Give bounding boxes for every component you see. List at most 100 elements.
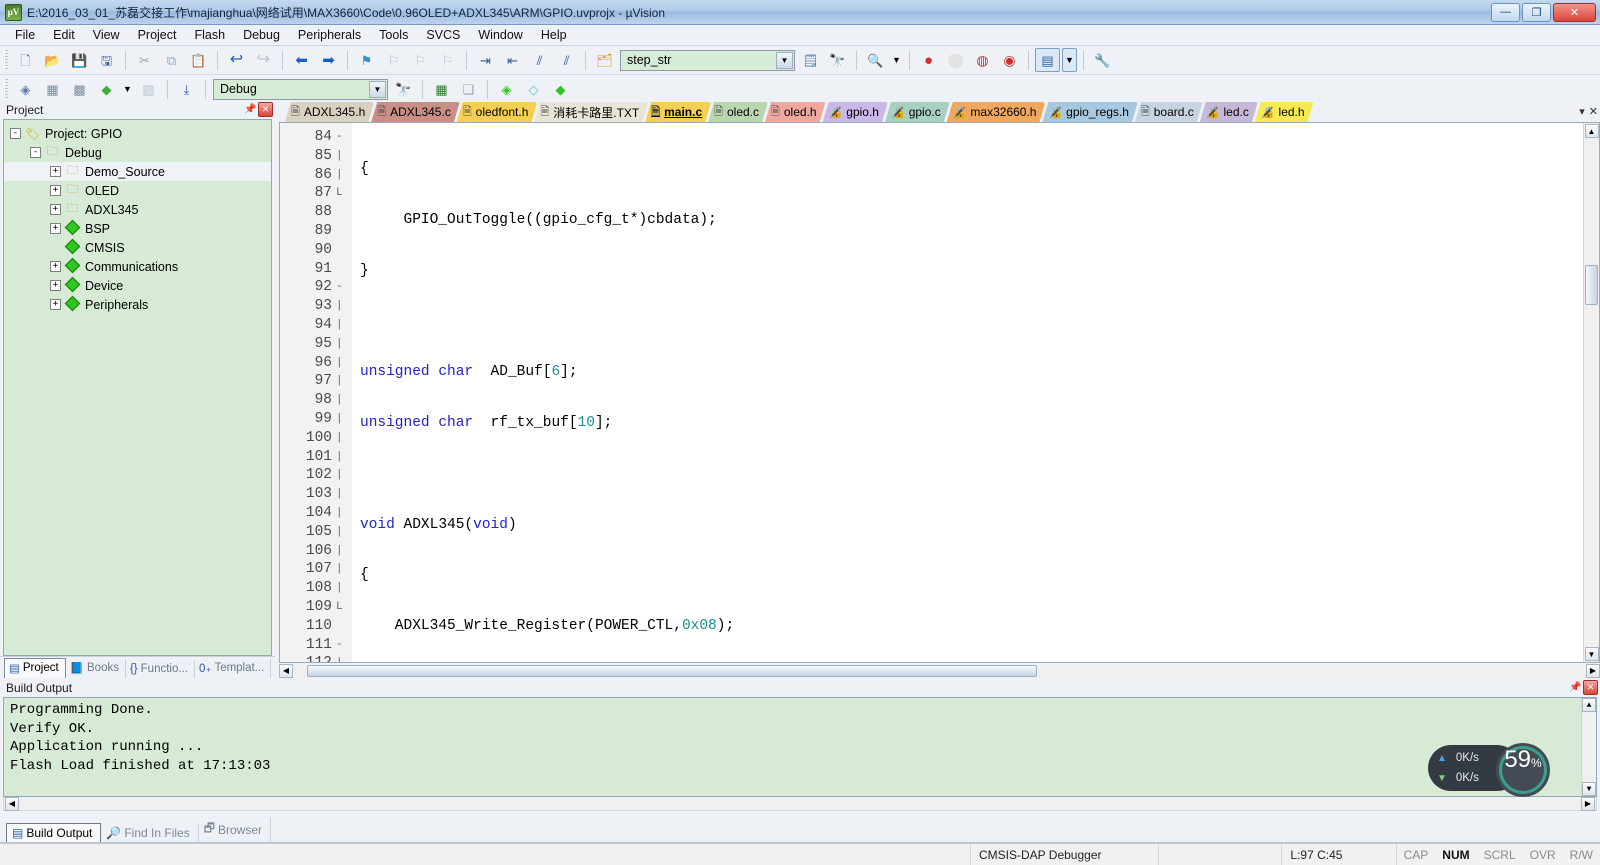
menu-debug[interactable]: Debug (234, 26, 289, 44)
horizontal-scroll-thumb[interactable] (307, 664, 1037, 677)
select-software-packs-icon[interactable]: ◆ (548, 77, 573, 101)
scroll-up-icon[interactable]: ▲ (1584, 124, 1599, 138)
scroll-down-icon[interactable]: ▼ (1582, 782, 1596, 796)
tree-node-oled[interactable]: + 🗀 OLED (4, 181, 271, 200)
build-vertical-scrollbar[interactable]: ▲ ▼ (1581, 698, 1596, 796)
menu-svcs[interactable]: SVCS (417, 26, 469, 44)
paste-icon[interactable]: 📋 (186, 48, 211, 72)
bottom-tab-find-in-files[interactable]: 🔎 Find In Files (101, 824, 199, 842)
expand-toggle-icon[interactable]: + (50, 261, 61, 272)
cpu-usage-gauge[interactable]: 59 % (1496, 743, 1550, 797)
tab-list-dropdown-icon[interactable]: ▾ (1579, 105, 1585, 118)
editor-tab-gpio-regs-h[interactable]: 🔏 gpio_regs.h (1042, 102, 1137, 122)
tree-node-debug[interactable]: - 🗀 Debug (4, 143, 271, 162)
close-icon[interactable]: ✕ (1583, 680, 1598, 695)
pane-tab-functions[interactable]: {} Functio... (126, 661, 195, 678)
editor-tab-oledfont-h[interactable]: 🗎 oledfont.h (457, 102, 538, 122)
scroll-right-icon[interactable]: ▶ (1581, 796, 1595, 811)
manage-multi-project-icon[interactable]: ❏ (456, 77, 481, 101)
menu-project[interactable]: Project (129, 26, 186, 44)
editor-tab-max32660-h[interactable]: 🔏 max32660.h (947, 102, 1046, 122)
incremental-find-icon[interactable]: 🔭 (825, 48, 850, 72)
expand-toggle-icon[interactable]: - (30, 147, 41, 158)
open-file-icon[interactable]: 📂 (40, 48, 65, 72)
scroll-left-icon[interactable]: ◀ (5, 796, 19, 811)
redo-icon[interactable]: ↪ (251, 48, 276, 72)
configure-icon[interactable]: 🔧 (1090, 48, 1115, 72)
tree-node-device[interactable]: + Device (4, 276, 271, 295)
translate-icon[interactable]: ◈ (13, 77, 38, 101)
indent-icon[interactable]: ⇥ (473, 48, 498, 72)
insert-breakpoint-icon[interactable]: ● (916, 48, 941, 72)
pin-icon[interactable]: 📌 (1568, 680, 1583, 695)
minimize-button[interactable]: — (1491, 2, 1520, 22)
pane-tab-books[interactable]: 📘 Books (66, 659, 126, 678)
target-options-icon[interactable]: 🔭 (391, 77, 416, 101)
bookmark-toggle-icon[interactable]: ⚑ (354, 48, 379, 72)
menu-file[interactable]: File (6, 26, 44, 44)
bookmark-clear-icon[interactable]: ⚐ (435, 48, 460, 72)
editor-tab-board-c[interactable]: 🗎 board.c (1135, 102, 1203, 122)
toolbar-grip[interactable] (4, 79, 8, 99)
project-window-dropdown-icon[interactable]: ▼ (1062, 48, 1077, 72)
disable-breakpoint-icon[interactable]: ⬤ (943, 48, 968, 72)
editor-tab-led-c[interactable]: 🔏 led.c (1200, 102, 1258, 122)
disable-all-breakpoints-icon[interactable]: ◍ (970, 48, 995, 72)
save-icon[interactable]: 💾 (67, 48, 92, 72)
menu-flash[interactable]: Flash (185, 26, 234, 44)
find-input[interactable]: step_str (627, 53, 671, 67)
build-horizontal-scrollbar[interactable]: ◀ ▶ (3, 796, 1597, 811)
expand-toggle-icon[interactable]: + (50, 166, 61, 177)
editor-tab-adxl345-h[interactable]: 🗎 ADXL345.h (285, 102, 374, 122)
editor-tab-main-c[interactable]: 🗎 main.c (645, 102, 711, 122)
toolbar-grip[interactable] (4, 50, 8, 70)
tree-node-adxl345[interactable]: + 🗀 ADXL345 (4, 200, 271, 219)
open-find-dialog-icon[interactable]: 🗂 (592, 48, 617, 72)
bookmark-next-icon[interactable]: ⚐ (408, 48, 433, 72)
tab-close-icon[interactable]: ✕ (1589, 105, 1598, 118)
menu-view[interactable]: View (84, 26, 129, 44)
uncomment-icon[interactable]: ⫽ (554, 48, 579, 72)
new-file-icon[interactable]: 🗋 (13, 48, 38, 72)
fold-marker[interactable]: - (336, 636, 352, 655)
code-folding-gutter[interactable]: - | | L - | | | | | | | | | | | | | | | … (336, 123, 352, 662)
fold-marker[interactable]: - (336, 128, 352, 147)
save-all-icon[interactable]: 🖫 (94, 48, 119, 72)
build-output-text[interactable]: Programming Done. Verify OK. Application… (3, 697, 1597, 797)
browse-symbol-icon[interactable]: 🔍 (863, 48, 888, 72)
code-text[interactable]: { GPIO_OutToggle((gpio_cfg_t*)cbdata); }… (352, 123, 1583, 662)
bottom-tab-browser[interactable]: 🗗 Browser (199, 817, 271, 842)
scroll-down-icon[interactable]: ▼ (1584, 647, 1599, 661)
outdent-icon[interactable]: ⇤ (500, 48, 525, 72)
editor-tab-calories-txt[interactable]: 🗎 消耗卡路里.TXT (534, 102, 648, 122)
navigate-forward-icon[interactable]: ➡ (316, 48, 341, 72)
editor-tab-oled-h[interactable]: 🗎 oled.h (765, 102, 826, 122)
editor-vertical-scrollbar[interactable]: ▲ ▼ (1583, 123, 1599, 662)
tree-node-cmsis[interactable]: CMSIS (4, 238, 271, 257)
expand-toggle-icon[interactable]: + (50, 223, 61, 234)
manage-run-time-icon[interactable]: ◇ (521, 77, 546, 101)
editor-tab-oled-c[interactable]: 🗎 oled.c (708, 102, 768, 122)
tree-node-bsp[interactable]: + BSP (4, 219, 271, 238)
menu-peripherals[interactable]: Peripherals (289, 26, 370, 44)
find-combo[interactable]: step_str ▼ (620, 49, 795, 71)
expand-toggle-icon[interactable]: - (10, 128, 21, 139)
tree-node-peripherals[interactable]: + Peripherals (4, 295, 271, 314)
copy-icon[interactable]: ⧉ (159, 48, 184, 72)
rebuild-icon[interactable]: ▩ (67, 77, 92, 101)
project-tree[interactable]: - 🏷 Project: GPIO - 🗀 Debug + 🗀 Demo_Sou… (3, 119, 272, 656)
expand-toggle-icon[interactable]: + (50, 299, 61, 310)
find-dropdown-icon[interactable]: ▼ (776, 51, 793, 69)
browse-dropdown-icon[interactable]: ▼ (890, 48, 903, 72)
fold-marker[interactable]: - (336, 278, 352, 297)
scroll-left-icon[interactable]: ◀ (279, 663, 293, 678)
expand-toggle-icon[interactable]: + (50, 280, 61, 291)
cut-icon[interactable]: ✂ (132, 48, 157, 72)
code-editor[interactable]: 84 85 86 87 88 89 90 91 92 93 94 95 96 9… (279, 122, 1600, 663)
editor-horizontal-scrollbar[interactable] (293, 663, 1586, 678)
menu-edit[interactable]: Edit (44, 26, 84, 44)
tree-node-project-gpio[interactable]: - 🏷 Project: GPIO (4, 124, 271, 143)
tree-node-demo-source[interactable]: + 🗀 Demo_Source (4, 162, 271, 181)
bookmark-prev-icon[interactable]: ⚐ (381, 48, 406, 72)
undo-icon[interactable]: ↩ (224, 48, 249, 72)
